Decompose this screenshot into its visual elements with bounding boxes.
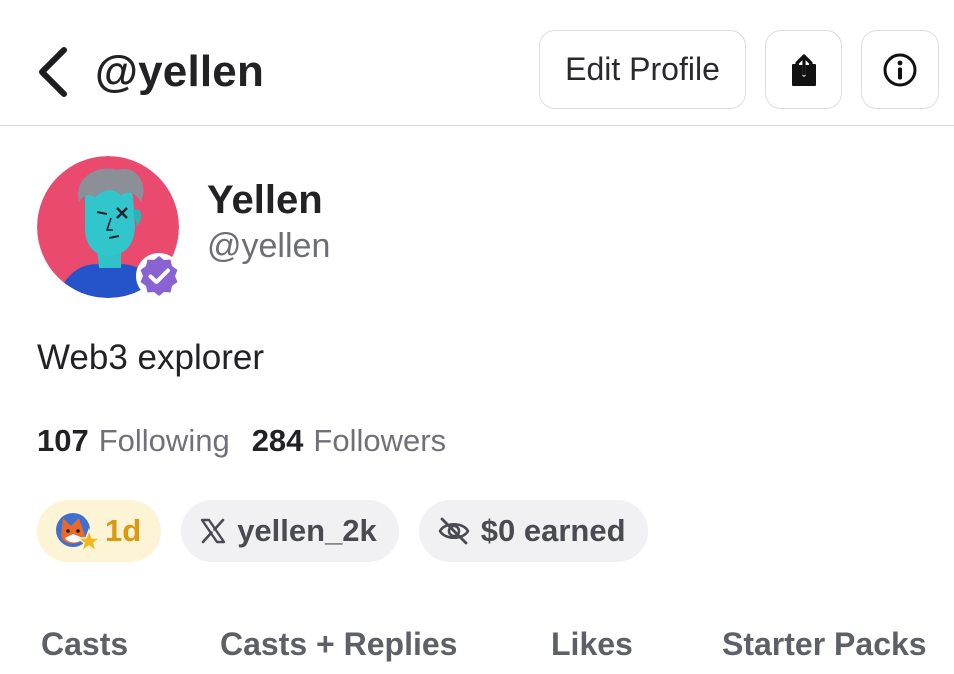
share-icon bbox=[791, 53, 816, 86]
x-logo-icon bbox=[200, 518, 226, 544]
following-count: 107 bbox=[37, 423, 89, 458]
page-title: @yellen bbox=[95, 47, 265, 96]
followers-stat[interactable]: 284 Followers bbox=[252, 420, 446, 462]
tab-casts-replies[interactable]: Casts + Replies bbox=[220, 624, 457, 664]
earnings-text: $0 earned bbox=[480, 513, 626, 548]
following-stat[interactable]: 107 Following bbox=[37, 420, 230, 462]
avatar[interactable] bbox=[37, 156, 182, 299]
following-label: Following bbox=[98, 423, 230, 458]
back-button[interactable] bbox=[30, 44, 76, 100]
account-age-badge[interactable]: 1d bbox=[37, 500, 162, 562]
tab-starter-packs[interactable]: Starter Packs bbox=[722, 624, 927, 664]
profile-badges: 1d yellen_2k $0 earned bbox=[37, 500, 668, 562]
profile-bio: Web3 explorer bbox=[37, 338, 264, 377]
chevron-left-icon bbox=[39, 47, 67, 97]
info-button[interactable] bbox=[861, 30, 939, 109]
profile-tabs: Casts Casts + Replies Likes Starter Pack… bbox=[0, 618, 954, 674]
fox-star-icon bbox=[56, 513, 101, 553]
earnings-badge[interactable]: $0 earned bbox=[418, 500, 648, 562]
info-icon bbox=[883, 53, 917, 86]
top-bar: @yellen Edit Profile bbox=[0, 0, 954, 126]
username: @yellen bbox=[207, 227, 331, 265]
tab-likes[interactable]: Likes bbox=[551, 624, 633, 664]
followers-count: 284 bbox=[251, 423, 304, 458]
edit-profile-button[interactable]: Edit Profile bbox=[539, 30, 746, 109]
tab-casts[interactable]: Casts bbox=[41, 624, 128, 664]
follow-stats: 107 Following 284 Followers bbox=[37, 420, 468, 462]
share-button[interactable] bbox=[765, 30, 842, 109]
eye-off-icon bbox=[438, 517, 470, 545]
verified-badge-icon bbox=[136, 253, 182, 299]
account-age-text: 1d bbox=[105, 513, 142, 548]
x-handle-text: yellen_2k bbox=[237, 513, 377, 548]
x-account-badge[interactable]: yellen_2k bbox=[181, 500, 399, 562]
display-name: Yellen bbox=[207, 178, 323, 222]
followers-label: Followers bbox=[313, 423, 447, 458]
